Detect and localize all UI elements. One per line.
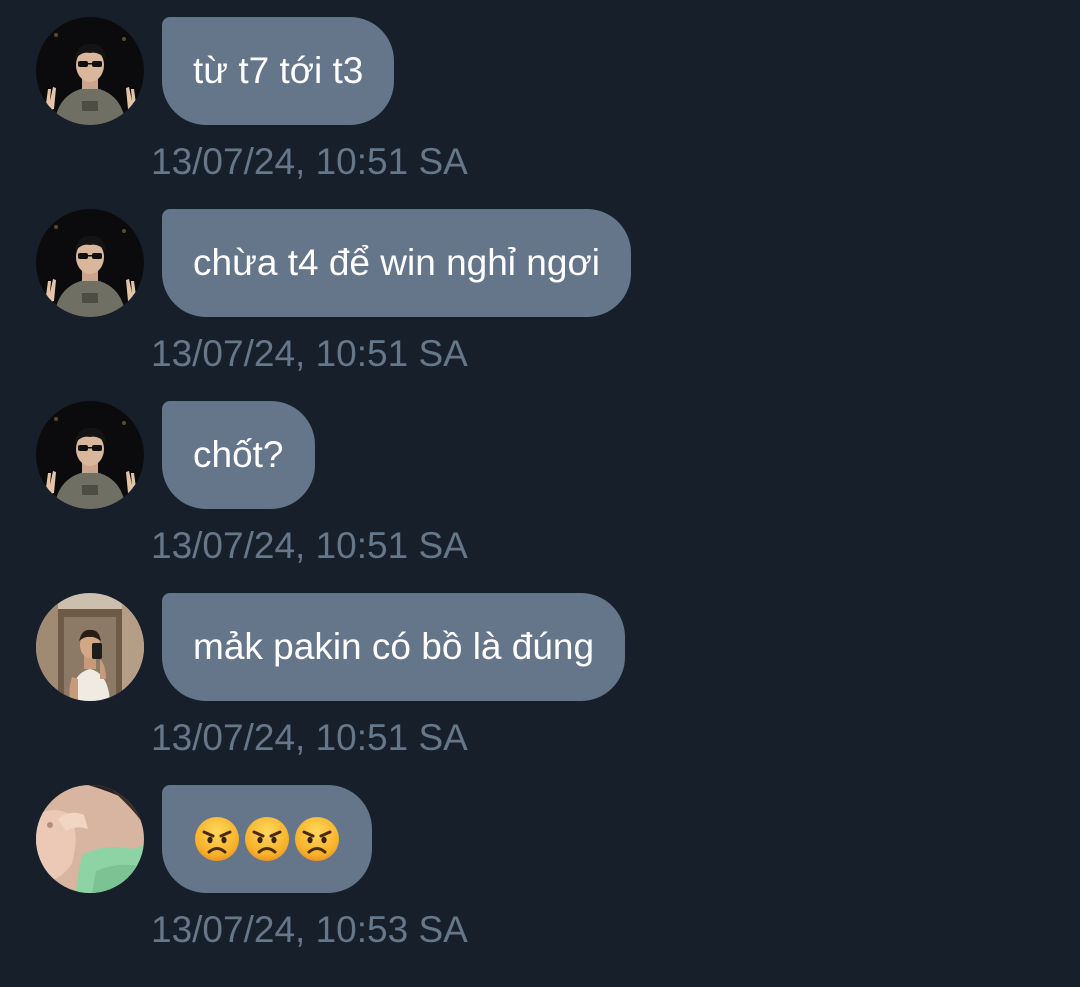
sender-avatar[interactable] xyxy=(36,785,144,893)
emoji-row xyxy=(193,785,341,893)
message-row: chốt? 13/07/24, 10:51 SA xyxy=(0,384,1080,576)
message-bubble[interactable]: chốt? xyxy=(162,401,315,509)
avatar-hand-green-shirt-icon xyxy=(36,785,144,893)
avatar-man-mirror-selfie-icon xyxy=(36,593,144,701)
message-bubble[interactable]: từ t7 tới t3 xyxy=(162,17,395,125)
sender-avatar[interactable] xyxy=(36,593,144,701)
message-bubble[interactable] xyxy=(162,785,372,893)
message-text: chốt? xyxy=(193,434,284,475)
message-row: mảk pakin có bồ là đúng 13/07/24, 10:51 … xyxy=(0,576,1080,768)
message-text: từ t7 tới t3 xyxy=(193,50,364,91)
chat-thread: từ t7 tới t3 13/07/24, 10:51 SA chừa t4 … xyxy=(0,0,1080,987)
message-timestamp: 13/07/24, 10:51 SA xyxy=(151,525,468,566)
angry-face-icon xyxy=(193,815,241,863)
message-row: từ t7 tới t3 13/07/24, 10:51 SA xyxy=(0,0,1080,192)
message-timestamp: 13/07/24, 10:51 SA xyxy=(151,717,468,758)
avatar-man-peace-sign-icon xyxy=(36,401,144,509)
message-bubble[interactable]: mảk pakin có bồ là đúng xyxy=(162,593,626,701)
message-text: chừa t4 để win nghỉ ngơi xyxy=(193,242,600,283)
message-timestamp: 13/07/24, 10:51 SA xyxy=(151,141,468,182)
message-text: mảk pakin có bồ là đúng xyxy=(193,626,595,667)
angry-face-icon xyxy=(243,815,291,863)
message-row: chừa t4 để win nghỉ ngơi 13/07/24, 10:51… xyxy=(0,192,1080,384)
avatar-man-peace-sign-icon xyxy=(36,17,144,125)
sender-avatar[interactable] xyxy=(36,209,144,317)
angry-face-icon xyxy=(293,815,341,863)
message-timestamp: 13/07/24, 10:53 SA xyxy=(151,909,468,950)
message-bubble[interactable]: chừa t4 để win nghỉ ngơi xyxy=(162,209,631,317)
message-row: 13/07/24, 10:53 SA xyxy=(0,768,1080,960)
sender-avatar[interactable] xyxy=(36,17,144,125)
message-timestamp: 13/07/24, 10:51 SA xyxy=(151,333,468,374)
avatar-man-peace-sign-icon xyxy=(36,209,144,317)
sender-avatar[interactable] xyxy=(36,401,144,509)
